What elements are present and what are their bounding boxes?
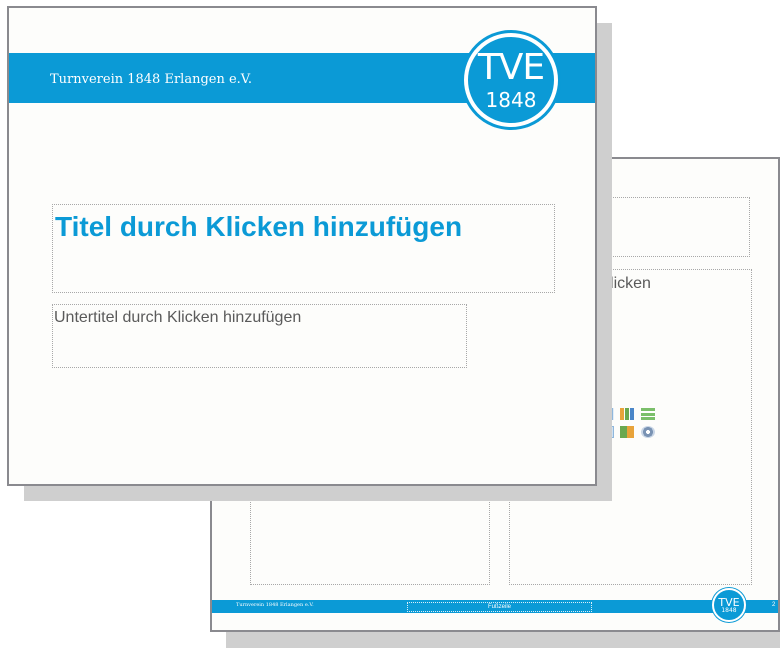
title-placeholder-text: Titel durch Klicken hinzufügen (55, 211, 463, 242)
back-footer-org: Turnverein 1848 Erlangen e.V. (236, 602, 314, 608)
title-placeholder[interactable]: Titel durch Klicken hinzufügen (52, 204, 555, 293)
chart-icon[interactable] (620, 408, 635, 420)
back-logo: TVE 1848 (712, 588, 746, 622)
tve-logo: TVE 1848 (464, 33, 558, 127)
front-band-text: Turnverein 1848 Erlangen e.V. (50, 72, 253, 87)
back-slide-number: 2 (772, 602, 776, 608)
smartart-icon[interactable] (640, 408, 655, 420)
front-slide[interactable]: Turnverein 1848 Erlangen e.V. TVE 1848 T… (7, 6, 597, 486)
subtitle-placeholder-text: Untertitel durch Klicken hinzufügen (54, 309, 302, 326)
subtitle-placeholder[interactable]: Untertitel durch Klicken hinzufügen (52, 304, 467, 368)
back-footer-placeholder[interactable]: Fußzeile (407, 602, 592, 612)
media-icon[interactable] (640, 426, 655, 438)
clipart-icon[interactable] (620, 426, 635, 438)
